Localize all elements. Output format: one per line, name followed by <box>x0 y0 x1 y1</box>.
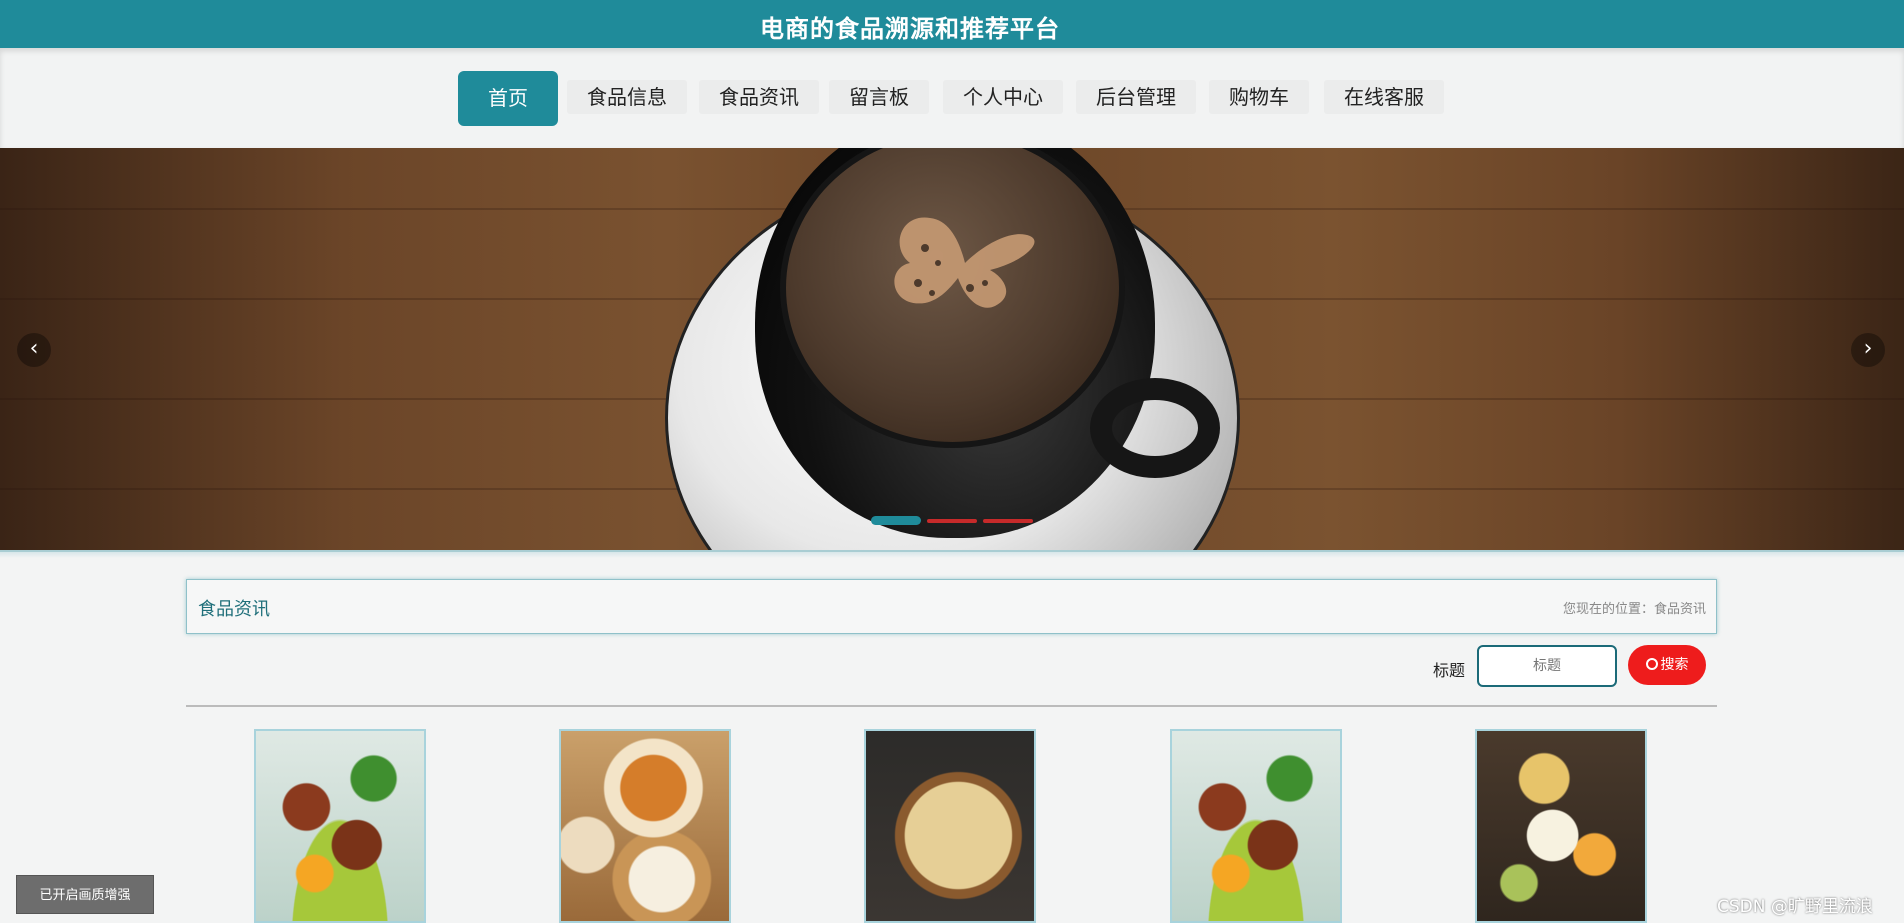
section-divider <box>0 550 1904 558</box>
list-divider <box>186 705 1717 707</box>
carousel-next-icon[interactable]: › <box>1851 333 1885 367</box>
section-title: 食品资讯 <box>198 599 270 620</box>
banner-cup-handle <box>1090 378 1220 478</box>
news-card-image[interactable] <box>1170 729 1342 923</box>
search-button[interactable]: 搜索 <box>1628 645 1706 685</box>
banner-carousel[interactable] <box>0 148 1904 550</box>
nav-item-home[interactable]: 首页 <box>458 71 558 126</box>
quality-enhance-badge[interactable]: 已开启画质增强 <box>16 875 154 914</box>
watermark: CSDN @旷野里流浪 <box>1717 897 1873 917</box>
nav-item-personal-center[interactable]: 个人中心 <box>943 80 1063 114</box>
nav-item-food-info[interactable]: 食品信息 <box>567 80 687 114</box>
news-card-image[interactable] <box>864 729 1036 923</box>
section-header: 食品资讯 您现在的位置：食品资讯 <box>186 579 1717 634</box>
carousel-dot-2[interactable] <box>927 519 977 523</box>
breadcrumb: 您现在的位置：食品资讯 <box>1562 602 1706 617</box>
news-card-image[interactable] <box>1475 729 1647 923</box>
news-card-image[interactable] <box>559 729 731 923</box>
nav-item-online-service[interactable]: 在线客服 <box>1324 80 1444 114</box>
search-title-input[interactable] <box>1477 645 1617 687</box>
nav-item-food-news[interactable]: 食品资讯 <box>699 80 819 114</box>
site-title: 电商的食品溯源和推荐平台 <box>760 15 1060 43</box>
carousel-indicators <box>871 516 1033 525</box>
search-icon <box>1645 658 1658 670</box>
carousel-prev-icon[interactable]: ‹ <box>17 333 51 367</box>
carousel-dot-1[interactable] <box>871 516 921 525</box>
site-header: 电商的食品溯源和推荐平台 <box>0 0 1904 48</box>
carousel-dot-3[interactable] <box>983 519 1033 523</box>
news-card-image[interactable] <box>254 729 426 923</box>
search-label: 标题 <box>1433 661 1466 680</box>
search-button-label: 搜索 <box>1660 657 1689 673</box>
nav-item-cart[interactable]: 购物车 <box>1209 80 1309 114</box>
latte-art-butterfly <box>894 217 1035 308</box>
nav-item-admin[interactable]: 后台管理 <box>1076 80 1196 114</box>
nav-item-message-board[interactable]: 留言板 <box>829 80 929 114</box>
